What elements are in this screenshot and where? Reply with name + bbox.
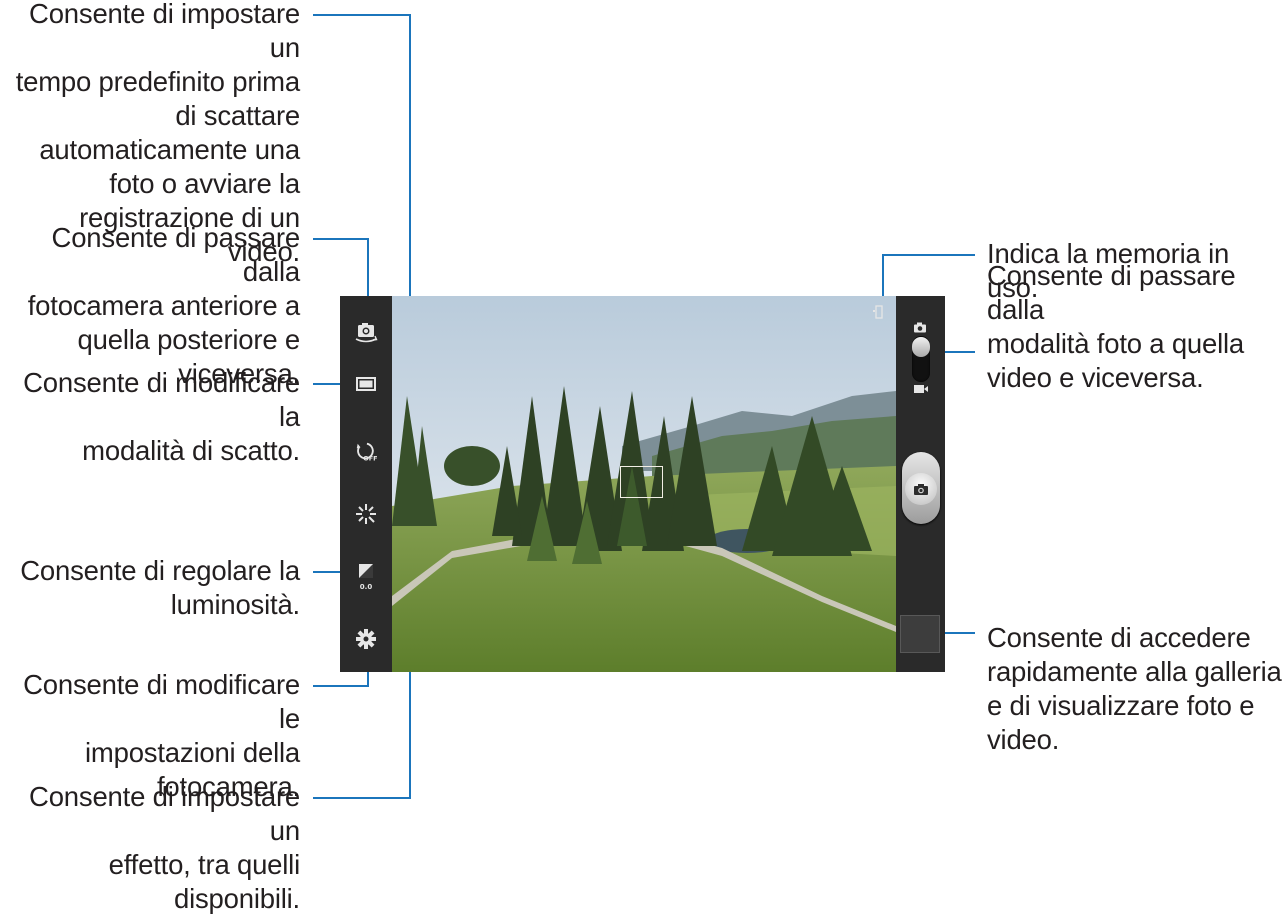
mode-switch-knob[interactable] [912,337,930,357]
annotation-effects: Consente di impostare un effetto, tra qu… [29,781,300,914]
annotation-brightness: Consente di regolare la luminosità. [20,555,300,620]
effects-icon[interactable] [354,502,378,526]
annotation-mode-switch: Consente di passare dalla modalità foto … [987,260,1245,393]
timer-icon[interactable]: OFF [354,440,378,464]
annotation-shooting-mode: Consente di modificare la modalità di sc… [23,367,300,466]
mode-switch[interactable] [907,320,933,396]
focus-frame [620,466,663,498]
switch-camera-icon[interactable] [354,320,378,344]
callout-line-storage [882,254,975,300]
storage-icon [873,304,883,319]
photo-mode-icon [914,322,926,333]
shutter-button[interactable] [902,452,940,524]
exposure-value: 0.0 [360,583,373,591]
timer-off-label: OFF [363,454,377,462]
right-control-bar [896,296,945,672]
shutter-button-face[interactable] [905,473,937,505]
camera-screen: OFF 0.0 [340,296,945,672]
left-settings-bar: OFF 0.0 [340,296,392,672]
annotation-gallery: Consente di accedere rapidamente alla ga… [987,622,1282,755]
gallery-thumbnail[interactable] [900,615,940,653]
callout-line-switch-camera [313,238,369,302]
video-mode-icon [914,385,928,393]
shutter-camera-icon [914,483,928,495]
viewfinder[interactable] [392,296,896,672]
exposure-icon[interactable]: 0.0 [354,562,378,592]
shooting-mode-icon[interactable] [354,372,378,396]
settings-icon[interactable] [354,627,378,651]
